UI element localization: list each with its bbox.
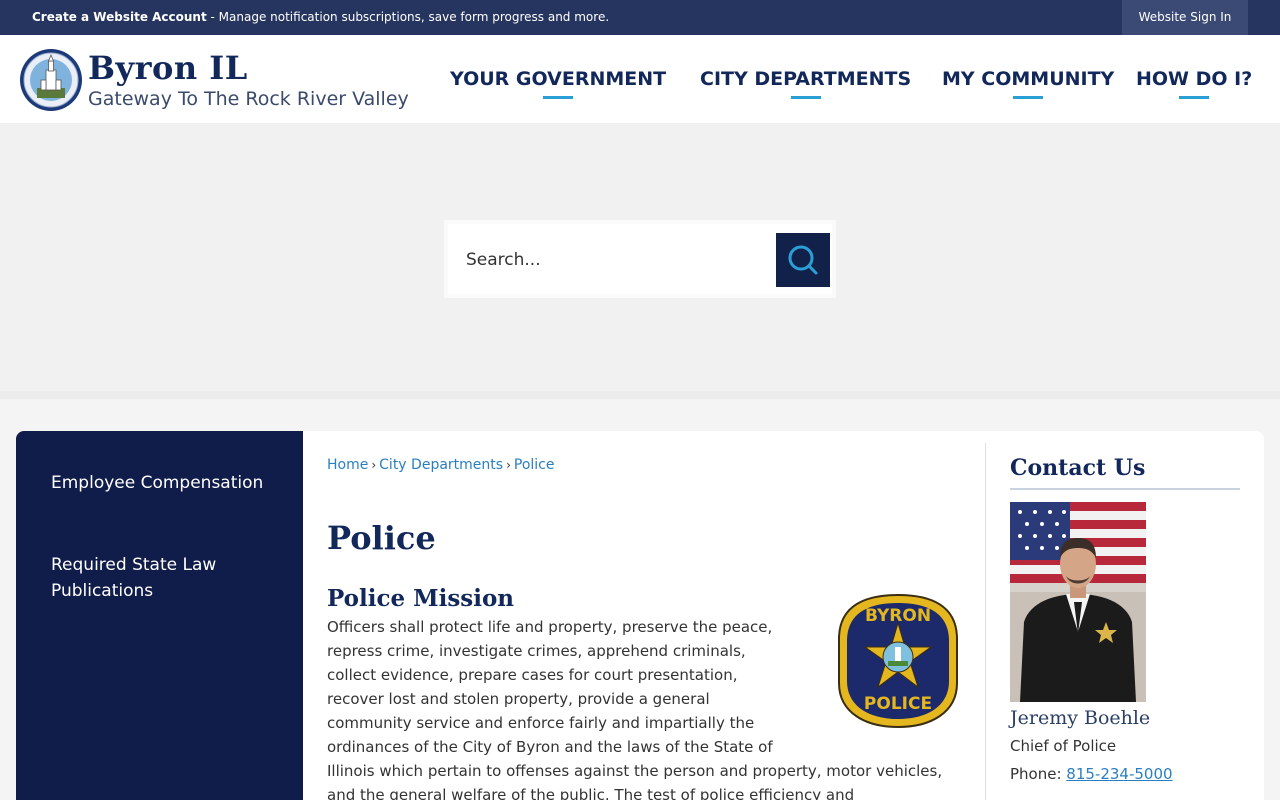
nav-label: YOUR GOVERNMENT (450, 68, 667, 90)
nav-underline (1179, 96, 1210, 99)
account-description: - Manage notification subscriptions, sav… (206, 10, 610, 24)
nav-label: MY COMMUNITY (942, 68, 1115, 90)
contact-heading: Contact Us (1010, 455, 1146, 481)
chief-photo (1010, 502, 1146, 702)
sidebar-item-required-state-law-publications[interactable]: Required State Law Publications (51, 552, 281, 604)
search-banner (0, 123, 1280, 391)
phone-label: Phone: (1010, 765, 1067, 783)
contact-name: Jeremy Boehle (1010, 707, 1151, 729)
site-tagline: Gateway To The Rock River Valley (88, 88, 409, 110)
sidebar-item-employee-compensation[interactable]: Employee Compensation (51, 470, 281, 496)
page-title: Police (327, 519, 436, 557)
nav-my-community[interactable]: MY COMMUNITY (942, 68, 1115, 99)
breadcrumb-police[interactable]: Police (514, 457, 555, 473)
mission-heading: Police Mission (327, 585, 515, 612)
search-input[interactable] (466, 246, 766, 274)
contact-role: Chief of Police (1010, 737, 1117, 755)
create-account-link[interactable]: Create a Website Account (32, 10, 207, 24)
nav-underline (1013, 96, 1044, 99)
site-name[interactable]: Byron IL (88, 49, 248, 87)
main-content: Home › City Departments › Police Police Poli… (303, 431, 1264, 800)
sidebar-nav: Employee Compensation Required State Law… (16, 431, 303, 800)
phone-link[interactable]: 815-234-5000 (1066, 765, 1172, 783)
breadcrumb-home[interactable]: Home (327, 457, 368, 473)
nav-underline (543, 96, 574, 99)
badge-bottom-text: POLICE (864, 694, 932, 714)
account-message: Create a Website Account - Manage notifi… (32, 10, 609, 24)
nav-underline (790, 96, 821, 99)
website-sign-in-button[interactable]: Website Sign In (1122, 0, 1248, 35)
nav-your-government[interactable]: YOUR GOVERNMENT (450, 68, 667, 99)
column-divider (985, 443, 986, 800)
breadcrumb-city-departments[interactable]: City Departments (379, 457, 503, 473)
breadcrumb-separator: › (371, 458, 377, 472)
contact-heading-rule (1010, 488, 1240, 490)
search-box (444, 220, 836, 298)
contact-phone: Phone: 815-234-5000 (1010, 765, 1173, 783)
site-header: Byron IL Gateway To The Rock River Valle… (0, 35, 1280, 123)
search-box-inner (448, 224, 832, 294)
city-seal-icon[interactable] (19, 48, 83, 112)
nav-city-departments[interactable]: CITY DEPARTMENTS (700, 68, 912, 99)
nav-how-do-i[interactable]: HOW DO I? (1136, 68, 1253, 99)
police-badge-icon: BYRON POLICE (838, 593, 958, 729)
search-button[interactable] (776, 233, 830, 287)
nav-label: CITY DEPARTMENTS (700, 68, 912, 90)
divider-band (0, 391, 1280, 399)
badge-top-text: BYRON (865, 606, 931, 626)
breadcrumb: Home › City Departments › Police (327, 457, 554, 473)
search-icon (788, 245, 818, 275)
utility-bar: Create a Website Account - Manage notifi… (0, 0, 1280, 35)
breadcrumb-separator: › (506, 458, 511, 472)
nav-label: HOW DO I? (1136, 68, 1253, 90)
